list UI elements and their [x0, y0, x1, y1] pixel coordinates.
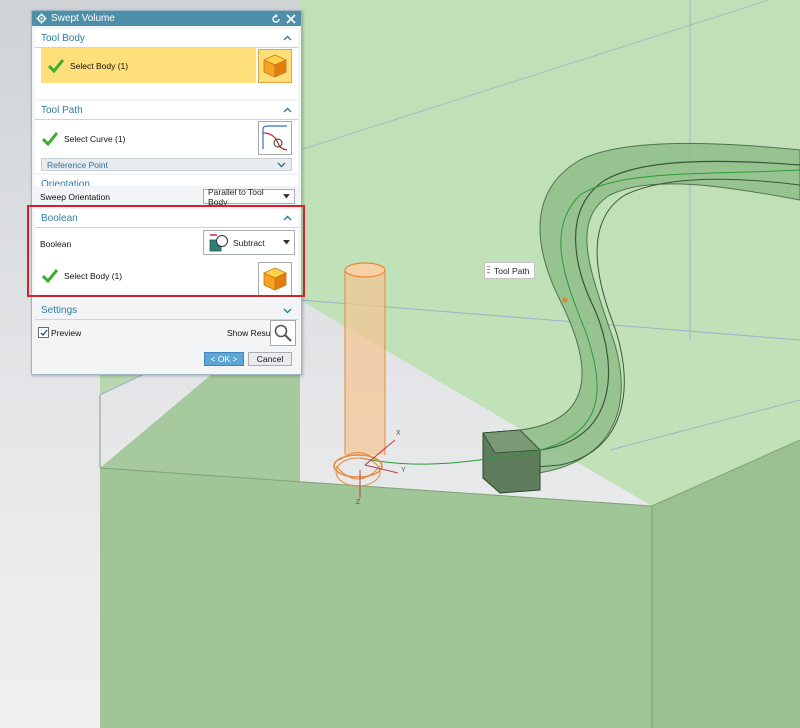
chevron-down-icon [283, 308, 292, 313]
chevron-up-icon [283, 215, 292, 220]
show-result-button[interactable] [270, 320, 296, 346]
check-icon [42, 269, 58, 283]
preview-checkbox[interactable] [38, 327, 49, 338]
close-icon [286, 13, 296, 24]
reference-point-bar[interactable]: Reference Point [41, 158, 292, 171]
preview-label: Preview [51, 328, 82, 338]
sweep-orientation-dropdown[interactable]: Parallel to Tool Body [203, 186, 295, 207]
checkmark-icon [40, 329, 48, 336]
settings-title: Settings [41, 304, 78, 316]
dialog-title: Swept Volume [51, 13, 115, 24]
settings-section: Settings [35, 301, 298, 320]
boolean-title: Boolean [41, 212, 78, 224]
orientation-body: Sweep Orientation Parallel to Tool Body [35, 186, 298, 207]
settings-header[interactable]: Settings [35, 301, 298, 320]
cube-icon [263, 267, 287, 291]
tool-body-select-button[interactable] [258, 49, 292, 83]
ok-button[interactable]: < OK > [204, 352, 244, 366]
sweep-orientation-value: Parallel to Tool Body [208, 186, 264, 207]
tool-body-title: Tool Body [41, 32, 85, 44]
axis-label-y: Y [401, 467, 406, 474]
chevron-up-icon [283, 107, 292, 112]
sweep-orientation-label: Sweep Orientation [40, 192, 110, 202]
tool-path-tag-label: Tool Path [494, 265, 530, 276]
caret-down-icon [283, 240, 290, 245]
axis-label-x: X [396, 430, 401, 437]
tool-path-section: Tool Path Select Curve (1) Reference Poi… [35, 101, 298, 173]
tool-body-header[interactable]: Tool Body [35, 29, 298, 48]
cancel-button[interactable]: Cancel [248, 352, 292, 366]
tool-path-header[interactable]: Tool Path [35, 101, 298, 120]
show-result-label: Show Result [227, 328, 275, 338]
tool-body-select-label: Select Body (1) [70, 60, 129, 71]
boolean-select-label: Select Body (1) [64, 271, 123, 281]
chevron-down-icon [277, 162, 286, 168]
gear-icon [36, 13, 47, 24]
boolean-dropdown[interactable]: Subtract [203, 230, 295, 255]
curve-icon [262, 125, 288, 151]
subtract-icon [209, 233, 228, 251]
chevron-up-icon [283, 35, 292, 40]
axis-label-z: Z [356, 499, 361, 506]
dialog-titlebar[interactable]: Swept Volume [32, 11, 301, 26]
tag-grip [487, 266, 490, 275]
tool-path-tag[interactable]: Tool Path [484, 262, 536, 279]
boolean-label: Boolean [40, 239, 72, 249]
close-button[interactable] [285, 13, 297, 25]
reference-point-label: Reference Point [47, 159, 108, 170]
check-icon [42, 132, 58, 146]
reset-button[interactable] [270, 13, 282, 25]
caret-down-icon [283, 194, 290, 199]
tool-path-select-label: Select Curve (1) [64, 134, 126, 144]
tool-path-title: Tool Path [41, 104, 83, 116]
block-front-face [100, 468, 652, 728]
magnifier-icon [274, 324, 292, 342]
reset-icon [272, 13, 280, 23]
boolean-select-button[interactable] [258, 262, 292, 296]
tool-body-select-row[interactable]: Select Body (1) [41, 48, 256, 83]
boolean-header[interactable]: Boolean [35, 209, 298, 228]
boolean-section: Boolean Boolean Subtract Select Body (1) [35, 209, 298, 299]
tool-path-select-button[interactable] [258, 121, 292, 155]
boolean-value: Subtract [233, 237, 265, 248]
cube-icon [263, 54, 287, 78]
check-icon [48, 58, 64, 73]
swept-volume-dialog: Swept Volume Tool Body Select Body (1) T… [31, 10, 302, 375]
tool-body-section: Tool Body Select Body (1) [35, 29, 298, 99]
